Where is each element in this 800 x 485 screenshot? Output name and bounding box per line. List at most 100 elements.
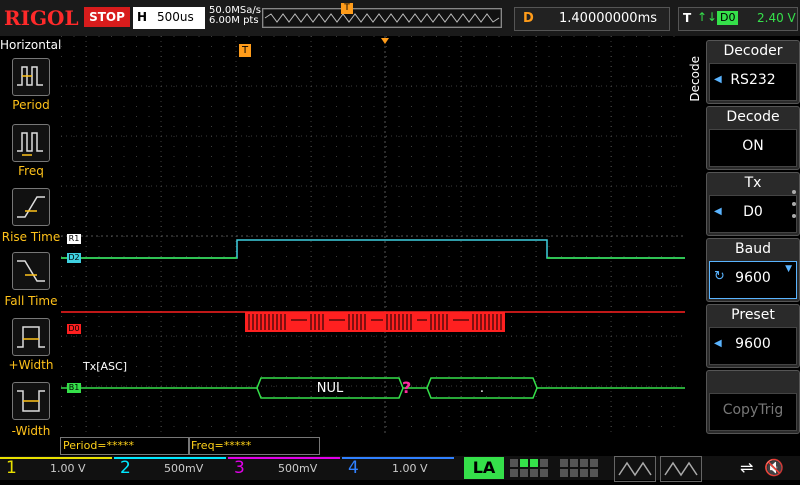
baud-value: 9600: [735, 270, 771, 286]
tx-value-box: ◀ D0: [709, 195, 797, 233]
freq-icon: [17, 132, 43, 156]
speaker-muted-icon[interactable]: 🔇: [764, 458, 784, 477]
memory-waveform-icon: [262, 8, 502, 28]
scroll-dot-icon: [792, 214, 796, 218]
rise-time-label: Rise Time: [1, 230, 61, 244]
delay-display[interactable]: D 1.40000000ms: [514, 7, 670, 31]
tx-title: Tx: [744, 175, 762, 191]
ref-button[interactable]: [660, 456, 702, 482]
delay-value: 1.40000000ms: [559, 11, 658, 26]
channel-3-number: 3: [234, 458, 245, 478]
tx-value: D0: [743, 204, 763, 220]
copy-trig-button[interactable]: CopyTrig: [706, 370, 800, 434]
channel-2-number: 2: [120, 458, 131, 478]
measure-menu: Horizontal Period Freq Rise Time Fall Ti…: [0, 36, 62, 456]
baud-title: Baud: [735, 241, 771, 257]
trigger-position-marker-icon[interactable]: T: [239, 44, 251, 57]
top-status-bar: RIGOL STOP H 500us 50.0MSa/s 6.00M pts T…: [0, 0, 800, 36]
trigger-channel: D0: [717, 11, 739, 25]
channel-1-scale: 1.00 V: [50, 462, 86, 475]
decode-value-box: ON: [709, 129, 797, 167]
edge-trigger-icon: ↑↓: [697, 10, 718, 24]
memory-overview-bar[interactable]: T: [262, 3, 502, 28]
rise-time-button[interactable]: [12, 188, 50, 226]
channel-4-scale: 1.00 V: [392, 462, 428, 475]
memory-trigger-marker-icon: T: [341, 3, 353, 14]
channel-3-status[interactable]: 3 500mV: [228, 457, 340, 481]
d0-label[interactable]: D0: [67, 324, 81, 334]
decode-menu-side-label: Decode: [688, 56, 702, 102]
fall-time-label: Fall Time: [4, 294, 58, 308]
decode-toggle-button[interactable]: Decode ON: [706, 106, 800, 170]
channel-3-scale: 500mV: [278, 462, 318, 475]
channel-4-status[interactable]: 4 1.00 V: [342, 457, 454, 481]
freq-label: Freq: [18, 164, 44, 178]
la-button[interactable]: LA: [464, 457, 504, 479]
decode-label: Tx[ASC]: [83, 360, 127, 373]
baud-value-box: ↻ ▼ 9600: [709, 261, 797, 299]
decode-menu: Decode Decoder ◀ RS232 Decode ON Tx ◀ D0…: [686, 36, 800, 456]
fall-time-button[interactable]: [12, 252, 50, 290]
channel-2-status[interactable]: 2 500mV: [114, 457, 226, 481]
period-measurement: Period=*****: [60, 437, 190, 455]
b1-label[interactable]: B1: [67, 383, 81, 393]
baud-button[interactable]: Baud ↻ ▼ 9600: [706, 238, 800, 302]
channel-1-number: 1: [6, 458, 17, 478]
decode-error-mark: ?: [402, 378, 412, 397]
delay-label: D: [523, 11, 534, 26]
rise-time-icon: [17, 196, 45, 218]
math-waveform-icon: [618, 461, 652, 477]
usb-icon: ⇌: [740, 458, 754, 477]
tx-button[interactable]: Tx ◀ D0: [706, 172, 800, 236]
decode-title: Decode: [726, 109, 780, 125]
decoder-value-box: ◀ RS232: [709, 63, 797, 101]
acquisition-info: 50.0MSa/s 6.00M pts: [209, 6, 261, 26]
d2-label[interactable]: D2: [67, 253, 81, 263]
channel-status-bar: 1 1.00 V 2 500mV 3 500mV 4 1.00 V LA ⇌ 🔇: [0, 456, 800, 482]
horizontal-timebase[interactable]: H 500us: [133, 7, 205, 29]
math-button[interactable]: [614, 456, 656, 482]
brand-logo: RIGOL: [4, 6, 79, 30]
trigger-display[interactable]: T ↑↓ D0 2.40 V: [678, 7, 798, 31]
preset-button[interactable]: Preset ◀ 9600: [706, 304, 800, 368]
negative-width-icon: [17, 390, 45, 412]
preset-value-box: ◀ 9600: [709, 327, 797, 365]
period-label: Period: [12, 98, 50, 112]
trigger-label: T: [683, 11, 692, 25]
decoder-value: RS232: [730, 72, 776, 88]
period-icon: [17, 66, 43, 86]
timebase-value: 500us: [157, 10, 194, 24]
waveform-display[interactable]: R1 D2 D0 B1 T Tx[ASC] NUL ? .: [61, 36, 685, 436]
decoder-button[interactable]: Decoder ◀ RS232: [706, 40, 800, 104]
trigger-level: 2.40 V: [757, 11, 796, 25]
digital-channel-indicator[interactable]: [508, 458, 608, 478]
copy-trig-label: CopyTrig: [722, 402, 784, 418]
waveform-grid: [61, 36, 685, 436]
ref-waveform-icon: [664, 461, 698, 477]
run-stop-button[interactable]: STOP: [84, 7, 130, 27]
freq-button[interactable]: [12, 124, 50, 162]
decoder-title: Decoder: [723, 43, 783, 59]
positive-width-icon: [17, 326, 45, 348]
digital-channels-icon: [510, 459, 598, 477]
preset-title: Preset: [731, 307, 775, 323]
period-button[interactable]: [12, 58, 50, 96]
copy-trig-value-box: CopyTrig: [709, 393, 797, 431]
scroll-dot-icon: [792, 202, 796, 206]
r1-label[interactable]: R1: [67, 234, 81, 244]
channel-1-status[interactable]: 1 1.00 V: [0, 457, 112, 481]
fall-time-icon: [17, 260, 45, 282]
negative-width-label: -Width: [11, 424, 51, 438]
negative-width-button[interactable]: [12, 382, 50, 420]
positive-width-label: +Width: [8, 358, 54, 372]
positive-width-button[interactable]: [12, 318, 50, 356]
preset-value: 9600: [735, 336, 771, 352]
scroll-dot-icon: [792, 190, 796, 194]
decode-packet-2: .: [479, 381, 485, 396]
measure-menu-title: Horizontal: [0, 38, 62, 52]
decode-packet-1: NUL: [316, 381, 344, 396]
channel-2-scale: 500mV: [164, 462, 204, 475]
decode-value: ON: [742, 138, 764, 154]
memory-depth: 6.00M pts: [209, 15, 259, 26]
horizontal-label: H: [137, 10, 148, 24]
